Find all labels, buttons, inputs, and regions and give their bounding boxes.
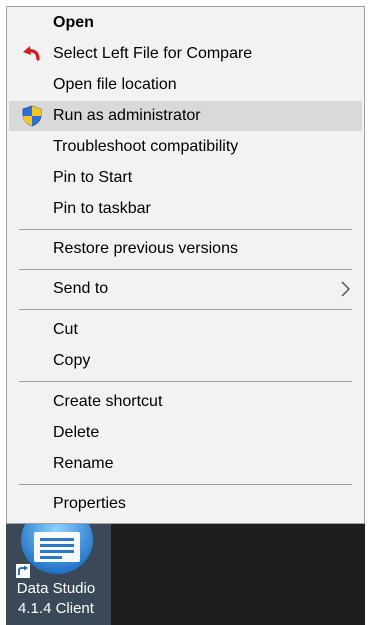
menu-item-open-file-location[interactable]: Open file location [9,70,362,100]
menu-item-cut[interactable]: Cut [9,315,362,345]
menu-item-label: Rename [53,455,114,472]
menu-item-label: Troubleshoot compatibility [53,138,239,155]
menu-item-rename[interactable]: Rename [9,449,362,479]
desktop-shortcut-label: Data Studio 4.1.4 Client [6,579,106,619]
shortcut-arrow-icon [16,564,30,578]
undo-arrow-icon [21,43,43,65]
desktop-shortcut-label-line2: 4.1.4 Client [18,600,94,617]
chevron-right-icon [340,281,351,297]
menu-separator [19,484,352,485]
menu-item-label: Restore previous versions [53,240,238,257]
screen: Open Select Left File for Compare Open f… [0,0,370,625]
desktop-background: Data Studio 4.1.4 Client [6,506,365,625]
menu-item-troubleshoot-compatibility[interactable]: Troubleshoot compatibility [9,132,362,162]
menu-item-label: Pin to taskbar [53,200,151,217]
menu-item-pin-to-taskbar[interactable]: Pin to taskbar [9,194,362,224]
menu-separator [19,269,352,270]
menu-item-restore-previous-versions[interactable]: Restore previous versions [9,234,362,264]
menu-item-label: Send to [53,280,109,297]
menu-item-pin-to-start[interactable]: Pin to Start [9,163,362,193]
context-menu: Open Select Left File for Compare Open f… [6,6,365,524]
menu-item-properties[interactable]: Properties [9,489,362,519]
desktop-shortcut-label-line1: Data Studio [16,580,96,597]
menu-separator [19,309,352,310]
menu-item-label: Properties [53,495,126,512]
menu-item-open[interactable]: Open [9,8,362,38]
menu-item-label: Pin to Start [53,169,133,186]
menu-item-label: Delete [53,424,100,441]
menu-item-copy[interactable]: Copy [9,346,362,376]
menu-item-label: Run as administrator [53,107,201,124]
desktop-shortcut-data-studio[interactable]: Data Studio 4.1.4 Client [6,506,111,625]
menu-item-select-left-file-for-compare[interactable]: Select Left File for Compare [9,39,362,69]
menu-item-label: Create shortcut [53,393,163,410]
menu-separator [19,381,352,382]
uac-shield-icon [21,105,43,127]
menu-item-label: Cut [53,321,78,338]
menu-item-send-to[interactable]: Send to [9,274,362,304]
menu-item-create-shortcut[interactable]: Create shortcut [9,387,362,417]
menu-item-label: Open file location [53,76,177,93]
menu-item-label: Copy [53,352,91,369]
menu-item-label: Open [53,14,94,31]
menu-item-delete[interactable]: Delete [9,418,362,448]
menu-item-run-as-administrator[interactable]: Run as administrator [9,101,362,131]
menu-separator [19,229,352,230]
menu-item-label: Select Left File for Compare [53,45,253,62]
data-studio-app-icon [20,506,94,574]
